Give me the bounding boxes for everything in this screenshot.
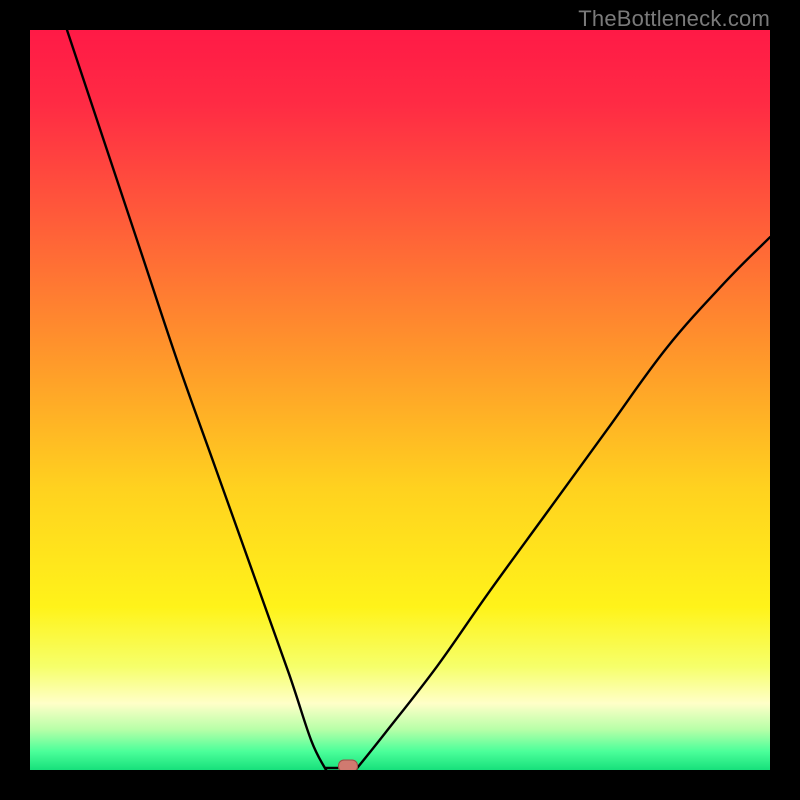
optimal-point-marker [338,760,358,771]
chart-frame: TheBottleneck.com [0,0,800,800]
bottleneck-curve [30,30,770,770]
plot-area [30,30,770,770]
watermark-text: TheBottleneck.com [578,6,770,32]
